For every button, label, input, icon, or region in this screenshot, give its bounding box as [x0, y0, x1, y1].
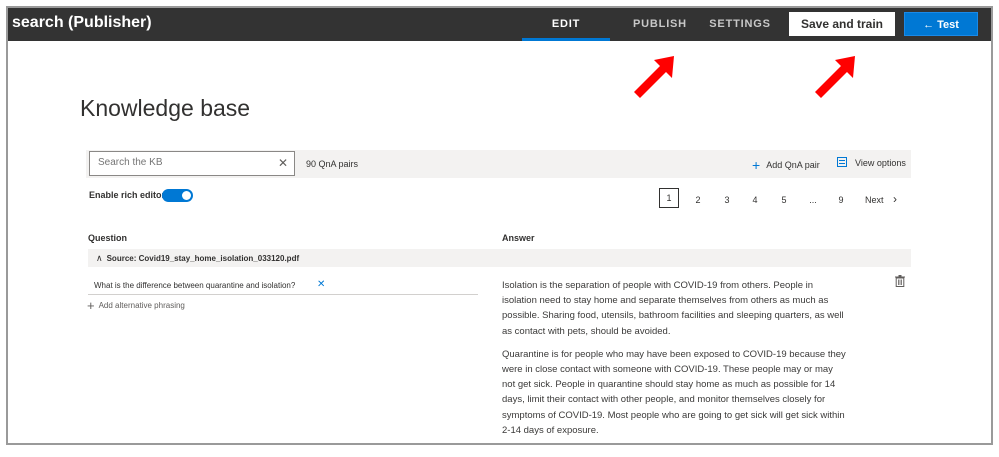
page-title: Knowledge base	[80, 95, 251, 121]
close-icon[interactable]: ✕	[278, 156, 288, 170]
plus-icon: +	[752, 157, 761, 173]
source-filename: Source: Covid19_stay_home_isolation_0331…	[106, 254, 300, 263]
chevron-up-icon[interactable]: ∧	[96, 253, 103, 263]
answer-paragraph: Isolation is the separation of people wi…	[502, 280, 844, 337]
page-1[interactable]: 1	[659, 188, 679, 208]
view-options-icon	[837, 157, 847, 167]
app-window: search (Publisher) EDIT PUBLISH SETTINGS…	[6, 6, 993, 445]
active-tab-indicator	[522, 38, 610, 41]
search-input[interactable]	[98, 157, 268, 168]
trash-icon[interactable]	[895, 275, 905, 287]
page-9[interactable]: 9	[831, 195, 851, 205]
answer-column-header: Answer	[502, 233, 535, 243]
top-bar: search (Publisher) EDIT PUBLISH SETTINGS…	[8, 8, 991, 41]
answer-text[interactable]: Isolation is the separation of people wi…	[502, 278, 847, 443]
add-alternative-phrasing-button[interactable]: + Add alternative phrasing	[87, 298, 185, 313]
add-qna-pair-button[interactable]: + Add QnA pair	[752, 157, 820, 173]
rich-editor-toggle[interactable]	[162, 189, 193, 202]
question-divider	[88, 294, 478, 295]
page-5[interactable]: 5	[774, 195, 794, 205]
plus-icon: +	[87, 298, 95, 313]
search-box[interactable]: ✕	[89, 151, 295, 176]
add-qna-pair-label: Add QnA pair	[766, 160, 820, 170]
page-3[interactable]: 3	[717, 195, 737, 205]
answer-paragraph: Quarantine is for people who may have be…	[502, 348, 846, 436]
save-and-train-button[interactable]: Save and train	[789, 12, 895, 36]
page-4[interactable]: 4	[745, 195, 765, 205]
add-alternative-phrasing-label: Add alternative phrasing	[98, 301, 185, 310]
qna-pair-count: 90 QnA pairs	[306, 159, 359, 169]
page-ellipsis: ...	[809, 195, 817, 205]
annotation-arrow-icon	[634, 56, 674, 98]
tab-publish[interactable]: PUBLISH	[620, 18, 700, 30]
tab-settings[interactable]: SETTINGS	[706, 18, 774, 30]
test-button[interactable]: ← Test	[904, 12, 978, 36]
next-page-button[interactable]: Next	[865, 195, 884, 205]
chevron-right-icon[interactable]: ›	[893, 192, 897, 206]
source-label[interactable]: ∧ Source: Covid19_stay_home_isolation_033…	[96, 253, 299, 264]
tab-edit[interactable]: EDIT	[522, 18, 610, 30]
remove-question-icon[interactable]: ✕	[317, 279, 325, 290]
annotation-arrow-icon	[815, 56, 855, 98]
page-2[interactable]: 2	[688, 195, 708, 205]
app-title: search (Publisher)	[12, 14, 152, 31]
view-options-button[interactable]: View options	[837, 157, 906, 168]
rich-editor-label: Enable rich editor	[89, 190, 166, 200]
view-options-label: View options	[855, 158, 906, 168]
question-text[interactable]: What is the difference between quarantin…	[94, 281, 295, 290]
question-column-header: Question	[88, 233, 128, 243]
